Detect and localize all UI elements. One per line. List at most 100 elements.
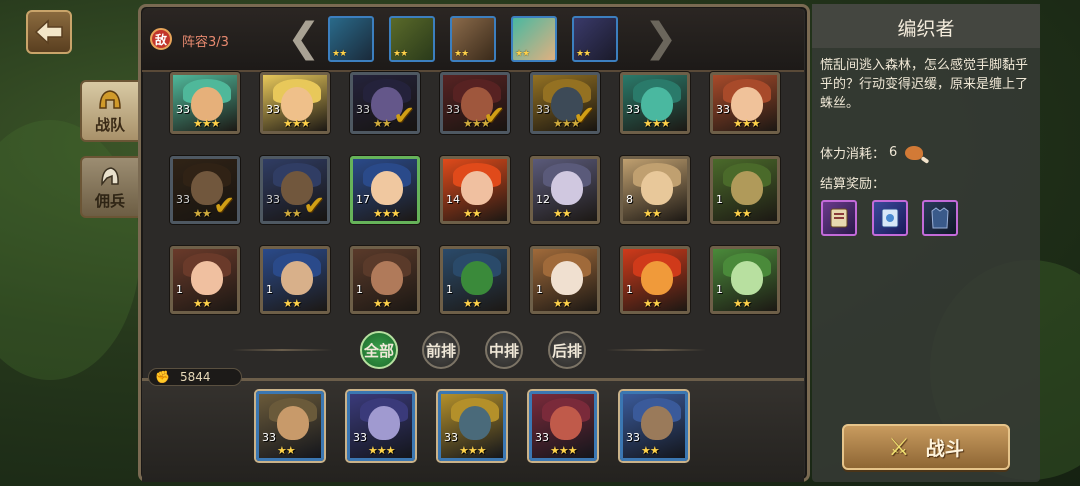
hero-card[interactable]: 1 ★★ (620, 246, 690, 314)
next-lineup-arrow[interactable]: ❯ (644, 18, 678, 58)
hero-level: 33 (716, 103, 730, 116)
hero-portrait (191, 261, 223, 295)
battle-button-label: 战斗 (925, 437, 964, 460)
team-hero-level: 33 (353, 431, 367, 444)
stamina-cost: 体力消耗： 6 (820, 143, 924, 162)
filter-front-button[interactable]: 前排 (422, 331, 460, 369)
enemy-stars: ★★ (454, 49, 469, 59)
hero-level: 1 (446, 283, 453, 296)
hero-card[interactable]: 12 ★★ (530, 156, 600, 224)
enemy-portrait[interactable]: ★★ (389, 16, 435, 62)
hero-level: 12 (536, 193, 550, 206)
hero-card[interactable]: 33 ★★★ ✔ (440, 72, 510, 134)
hero-card[interactable]: 1 ★★ (170, 246, 240, 314)
team-slot[interactable]: 33 ★★★ (438, 391, 506, 461)
hero-card[interactable]: 8 ★★ (620, 156, 690, 224)
enemy-portrait[interactable]: ★★ (511, 16, 557, 62)
hero-portrait (731, 261, 763, 295)
prev-lineup-arrow[interactable]: ❮ (287, 18, 321, 58)
filter-back-button[interactable]: 后排 (548, 331, 586, 369)
hero-portrait (191, 87, 223, 121)
hero-card[interactable]: 1 ★★ (440, 246, 510, 314)
hero-level: 14 (446, 193, 460, 206)
reward-item[interactable] (922, 200, 958, 236)
team-portrait (641, 406, 673, 440)
hero-level: 1 (716, 283, 723, 296)
enemy-portrait[interactable]: ★★ (328, 16, 374, 62)
hero-portrait (371, 171, 403, 205)
reward-item[interactable] (872, 200, 908, 236)
tab-team[interactable]: 战队 (80, 80, 140, 142)
hero-card[interactable]: 33 ★★★ (710, 72, 780, 134)
hero-stars: ★★ (733, 207, 752, 220)
hero-portrait (461, 261, 493, 295)
hero-stars: ★★ (463, 207, 482, 220)
hero-level: 17 (356, 193, 370, 206)
enemy-stars: ★★ (515, 49, 530, 59)
hero-card[interactable]: 33 ★★ ✔ (350, 72, 420, 134)
filter-divider-left (232, 349, 332, 351)
hero-card[interactable]: 33 ★★★ (170, 72, 240, 134)
team-slot[interactable]: 33 ★★★ (529, 391, 597, 461)
armor-icon (931, 207, 949, 229)
team-slot[interactable]: 33 ★★★ (347, 391, 415, 461)
hero-level: 33 (446, 103, 460, 116)
team-hero-stars: ★★★ (459, 444, 487, 457)
hero-level: 1 (536, 283, 543, 296)
hero-portrait (641, 87, 673, 121)
hero-card[interactable]: 1 ★★ (530, 246, 600, 314)
hero-level: 33 (356, 103, 370, 116)
team-slot[interactable]: 33 ★★ (256, 391, 324, 461)
filter-middle-button[interactable]: 中排 (485, 331, 523, 369)
hero-card[interactable]: 33 ★★ ✔ (260, 156, 330, 224)
hero-stars: ★★ (193, 207, 212, 220)
filter-divider-right (606, 349, 706, 351)
hero-card[interactable]: 33 ★★★ (620, 72, 690, 134)
hero-card[interactable]: 33 ★★ ✔ (170, 156, 240, 224)
hero-level: 1 (716, 193, 723, 206)
hero-card[interactable]: 17 ★★★ (350, 156, 420, 224)
hero-stars: ★★★ (643, 117, 671, 130)
stage-description: 慌乱间逃入森林，怎么感觉手脚黏乎乎的？行动变得迟缓，原来是缠上了蛛丝。 (820, 58, 1029, 111)
hero-card[interactable]: 1 ★★ (710, 246, 780, 314)
hero-card[interactable]: 14 ★★ (440, 156, 510, 224)
hero-portrait (731, 171, 763, 205)
enemy-portrait[interactable]: ★★ (450, 16, 496, 62)
crossed-swords-icon: ⚔ (888, 433, 910, 461)
hero-level: 33 (266, 193, 280, 206)
hero-card[interactable]: 1 ★★ (710, 156, 780, 224)
hero-portrait (461, 171, 493, 205)
team-hero-level: 33 (444, 431, 458, 444)
back-button[interactable] (26, 10, 72, 54)
enemy-portrait[interactable]: ★★ (572, 16, 618, 62)
hero-portrait (731, 87, 763, 121)
tab-team-label: 战队 (94, 115, 125, 134)
scroll-icon (881, 208, 899, 228)
hero-level: 1 (626, 283, 633, 296)
mercenary-helmet-icon (101, 166, 119, 186)
tab-mercenary[interactable]: 佣兵 (80, 156, 140, 218)
reward-label: 结算奖励： (820, 177, 886, 192)
hero-card[interactable]: 1 ★★ (350, 246, 420, 314)
hero-card[interactable]: 1 ★★ (260, 246, 330, 314)
team-hero-stars: ★★★ (550, 444, 578, 457)
enemy-stars: ★★ (393, 49, 408, 59)
hero-stars: ★★★ (193, 117, 221, 130)
battle-button[interactable]: ⚔ 战斗 (842, 424, 1010, 470)
back-arrow-icon (34, 19, 63, 45)
team-portrait (277, 406, 309, 440)
hero-stars: ★★★ (283, 117, 311, 130)
enemy-stars: ★★ (332, 49, 347, 59)
hero-portrait (281, 87, 313, 121)
meat-icon (905, 145, 924, 160)
hero-card[interactable]: 33 ★★★ (260, 72, 330, 134)
team-portrait (550, 406, 582, 440)
hero-stars: ★★ (553, 297, 572, 310)
hero-portrait (281, 261, 313, 295)
filter-all-button[interactable]: 全部 (360, 331, 398, 369)
team-portrait (459, 406, 491, 440)
hero-card[interactable]: 33 ★★★ ✔ (530, 72, 600, 134)
enemy-stars: ★★ (576, 49, 591, 59)
reward-item[interactable] (821, 200, 857, 236)
team-slot[interactable]: 33 ★★ (620, 391, 688, 461)
